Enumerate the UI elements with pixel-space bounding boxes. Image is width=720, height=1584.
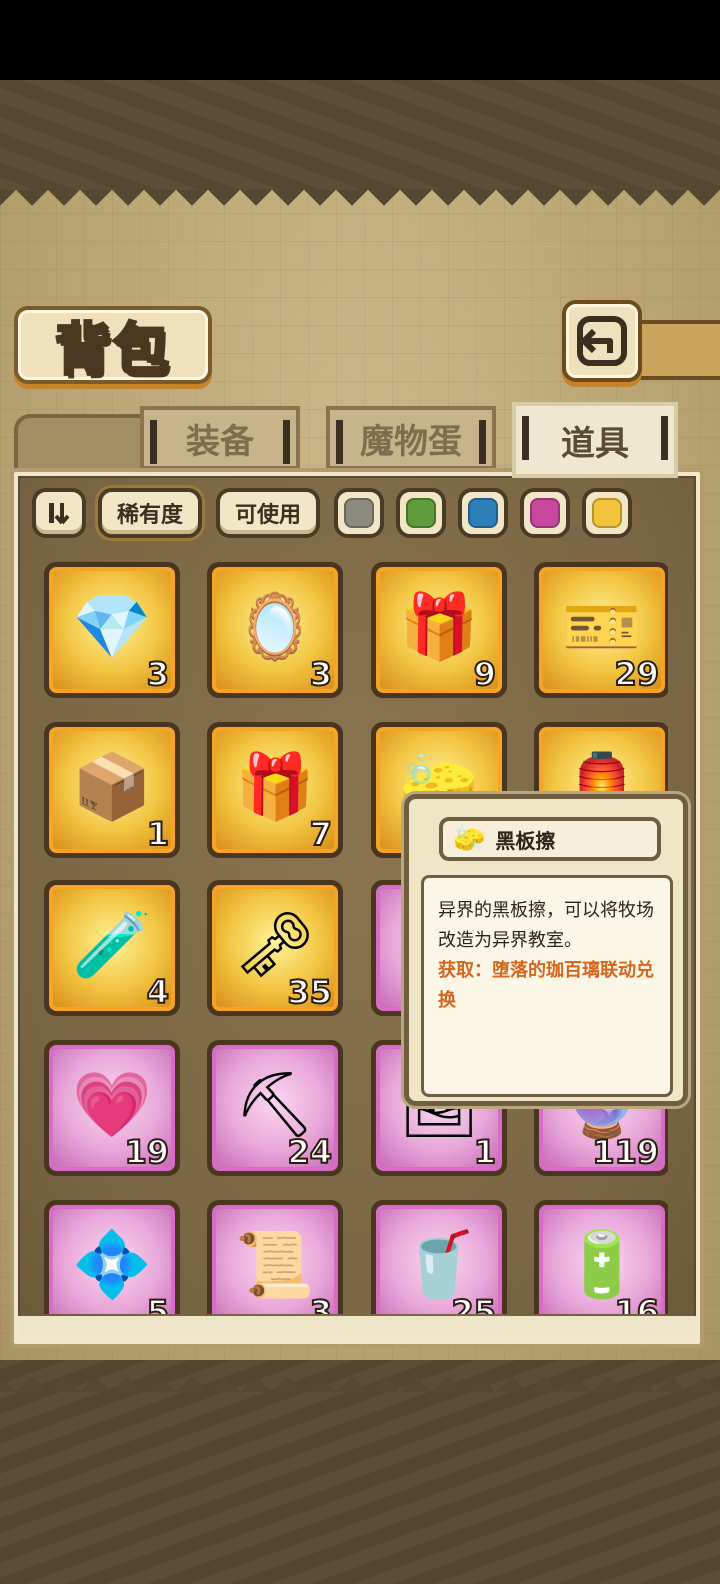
sort-icon bbox=[49, 503, 70, 525]
item-slot[interactable]: 🗝 35 bbox=[207, 880, 343, 1016]
item-count: 29 bbox=[613, 654, 660, 694]
back-button[interactable] bbox=[562, 300, 642, 382]
nail-icon bbox=[661, 416, 668, 460]
item-slot[interactable]: 🪞 3 bbox=[207, 562, 343, 698]
torn-edge-top bbox=[0, 190, 720, 220]
green-swatch-icon bbox=[406, 498, 436, 528]
torn-edge-bottom bbox=[0, 1362, 720, 1392]
black-cylinder-icon: 🔋 bbox=[562, 1228, 642, 1303]
tooltip-header: 🧽 黑板擦 bbox=[439, 817, 661, 861]
blue-swatch-icon bbox=[468, 498, 498, 528]
item-count: 119 bbox=[591, 1132, 660, 1172]
tab-monster-egg[interactable]: 魔物蛋 bbox=[326, 406, 496, 470]
ticket-icon: 🎫 bbox=[562, 590, 642, 665]
map-background-bottom bbox=[0, 1360, 720, 1584]
status-bar bbox=[0, 0, 720, 80]
tooltip-body: 异界的黑板擦，可以将牧场改造为异界教室。 获取：堕落的珈百璃联动兑换 bbox=[421, 875, 673, 1097]
gold-swatch-icon bbox=[592, 498, 622, 528]
golden-key-icon: 🗝 bbox=[234, 908, 316, 983]
item-slot[interactable]: 💠 5 bbox=[44, 1200, 180, 1314]
sort-order-button[interactable] bbox=[32, 488, 86, 538]
winged-heart-icon: 💗 bbox=[72, 1068, 152, 1143]
tab-items[interactable]: 道具 bbox=[512, 402, 678, 478]
tab-bar-edge bbox=[14, 414, 144, 474]
filter-gold-button[interactable] bbox=[582, 488, 632, 538]
tooltip-description: 异界的黑板擦，可以将牧场改造为异界教室。 bbox=[438, 900, 654, 951]
item-count: 9 bbox=[473, 654, 497, 694]
filter-usable-button[interactable]: 可使用 bbox=[216, 488, 320, 538]
item-slot[interactable]: 🔋 16 bbox=[534, 1200, 668, 1314]
item-count: 1 bbox=[473, 1132, 497, 1172]
filter-purple-button[interactable] bbox=[520, 488, 570, 538]
map-background-top bbox=[0, 80, 720, 192]
item-count: 3 bbox=[146, 654, 170, 694]
blue-crystal-icon: 💠 bbox=[72, 1228, 152, 1303]
tab-label: 装备 bbox=[186, 421, 254, 462]
eraser-icon: 🧽 bbox=[453, 824, 486, 854]
wooden-crate-icon: 📦 bbox=[72, 750, 152, 825]
item-slot[interactable]: 🎁 9 bbox=[371, 562, 507, 698]
back-arrow-icon bbox=[577, 316, 627, 366]
grey-swatch-icon bbox=[344, 498, 374, 528]
item-count: 16 bbox=[613, 1292, 660, 1314]
item-slot[interactable]: 💗 19 bbox=[44, 1040, 180, 1176]
spell-scroll-icon: 📜 bbox=[235, 1228, 315, 1303]
item-slot[interactable]: 🎁 7 bbox=[207, 722, 343, 858]
nail-icon bbox=[522, 416, 529, 460]
nail-icon bbox=[150, 420, 157, 464]
purple-crystal-icon: 💎 bbox=[72, 590, 152, 665]
item-count: 3 bbox=[309, 1292, 333, 1314]
item-count: 24 bbox=[286, 1132, 333, 1172]
panel-bottom-strip bbox=[18, 1316, 696, 1336]
page-title: 背包 bbox=[54, 316, 171, 384]
item-slot[interactable]: 🥤 25 bbox=[371, 1200, 507, 1314]
item-count: 4 bbox=[146, 972, 170, 1012]
filter-rarity-button[interactable]: 稀有度 bbox=[98, 488, 202, 538]
item-count: 1 bbox=[146, 814, 170, 854]
item-slot[interactable]: 💎 3 bbox=[44, 562, 180, 698]
item-slot[interactable]: 📦 1 bbox=[44, 722, 180, 858]
tooltip-source: 获取：堕落的珈百璃联动兑换 bbox=[438, 960, 654, 1011]
tab-label: 魔物蛋 bbox=[360, 421, 462, 462]
item-slot[interactable]: 🧪 4 bbox=[44, 880, 180, 1016]
item-count: 25 bbox=[450, 1292, 497, 1314]
tab-label: 道具 bbox=[561, 423, 629, 464]
filter-grey-button[interactable] bbox=[334, 488, 384, 538]
ghost-gift-box-green-icon: 🎁 bbox=[399, 590, 479, 665]
item-slot[interactable]: ⛏ 24 bbox=[207, 1040, 343, 1176]
item-slot[interactable]: 📜 3 bbox=[207, 1200, 343, 1314]
item-count: 7 bbox=[309, 814, 333, 854]
item-count: 19 bbox=[123, 1132, 170, 1172]
item-count: 5 bbox=[146, 1292, 170, 1314]
filter-green-button[interactable] bbox=[396, 488, 446, 538]
pickaxe-icon: ⛏ bbox=[234, 1068, 316, 1143]
tab-equipment[interactable]: 装备 bbox=[140, 406, 300, 470]
item-slot[interactable]: 🎫 29 bbox=[534, 562, 668, 698]
nail-icon bbox=[283, 420, 290, 464]
item-count: 3 bbox=[309, 654, 333, 694]
purple-swatch-icon bbox=[530, 498, 560, 528]
yellow-potion-icon: 🧪 bbox=[72, 908, 152, 983]
ghost-gift-box-rainbow-icon: 🎁 bbox=[235, 750, 315, 825]
nail-icon bbox=[479, 420, 486, 464]
item-count: 35 bbox=[286, 972, 333, 1012]
rainbow-mirror-machine-icon: 🪞 bbox=[235, 590, 315, 665]
item-tooltip: 🧽 黑板擦 异界的黑板擦，可以将牧场改造为异界教室。 获取：堕落的珈百璃联动兑换 bbox=[404, 794, 688, 1106]
tooltip-item-name: 黑板擦 bbox=[495, 828, 556, 853]
nail-icon bbox=[336, 420, 343, 464]
filter-blue-button[interactable] bbox=[458, 488, 508, 538]
page-title-plaque: 背包 bbox=[14, 306, 212, 384]
cola-bottle-icon: 🥤 bbox=[399, 1228, 479, 1303]
